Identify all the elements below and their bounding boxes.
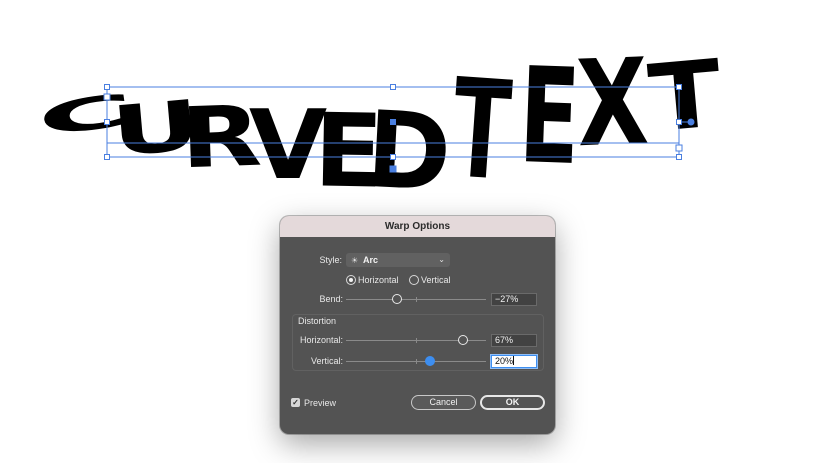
cancel-button[interactable]: Cancel [411, 395, 476, 410]
handle-bottom-left[interactable] [104, 154, 110, 160]
handle-bottom-right[interactable] [676, 154, 682, 160]
distortion-title: Distortion [298, 316, 337, 326]
out-port-handle[interactable] [675, 144, 683, 152]
vertical-distortion-label: Vertical: [310, 356, 343, 366]
warped-letter: T [447, 49, 515, 212]
horizontal-distortion-field[interactable]: 67% [491, 334, 537, 347]
handle-middle-left[interactable] [104, 119, 110, 125]
vertical-distortion-field[interactable]: 20% [491, 355, 537, 368]
style-dropdown[interactable]: ☀ Arc ⌄ [346, 253, 450, 267]
warped-letter: T [645, 40, 726, 153]
dialog-title: Warp Options [280, 216, 555, 237]
handle-top-center[interactable] [390, 84, 396, 90]
preview-label[interactable]: Preview [304, 397, 336, 409]
bend-value-field[interactable]: −27% [491, 293, 537, 306]
chevron-down-icon: ⌄ [438, 255, 445, 264]
vertical-distortion-value: 20% [495, 356, 514, 366]
warp-center-handle[interactable] [389, 165, 397, 173]
warped-letter: E [517, 40, 582, 195]
style-value: Arc [363, 255, 379, 265]
rotate-handle[interactable] [687, 118, 695, 126]
bend-slider-thumb[interactable] [392, 294, 403, 304]
ok-button[interactable]: OK [480, 395, 545, 410]
horizontal-radio-label[interactable]: Horizontal [358, 274, 399, 286]
bend-label: Bend: [319, 294, 343, 304]
in-port-handle[interactable] [103, 93, 111, 101]
vertical-radio[interactable] [409, 275, 419, 285]
horizontal-radio[interactable] [346, 275, 356, 285]
warped-text-artwork[interactable]: CURVEDT EXT [34, 33, 726, 215]
handle-bottom-center[interactable] [390, 154, 396, 160]
text-caret [513, 356, 515, 365]
center-point[interactable] [390, 119, 396, 125]
vertical-radio-label[interactable]: Vertical [421, 274, 451, 286]
handle-top-right[interactable] [676, 84, 682, 90]
bend-slider-tick [416, 297, 417, 302]
horizontal-distortion-tick [416, 338, 417, 343]
warp-options-dialog: Warp Options Style: ☀ Arc ⌄ Horizontal Ve… [280, 216, 555, 434]
horizontal-distortion-thumb[interactable] [457, 335, 468, 345]
handle-top-left[interactable] [104, 84, 110, 90]
vertical-distortion-tick [416, 359, 417, 364]
arc-warp-icon: ☀ [351, 256, 359, 265]
preview-checkbox[interactable]: ✓ [291, 398, 300, 407]
vertical-distortion-thumb[interactable] [425, 356, 435, 366]
handle-middle-right[interactable] [676, 119, 682, 125]
horizontal-distortion-label: Horizontal: [299, 335, 343, 345]
warped-letter: D [364, 89, 454, 216]
style-label: Style: [319, 255, 342, 265]
warped-letter: X [575, 33, 651, 174]
